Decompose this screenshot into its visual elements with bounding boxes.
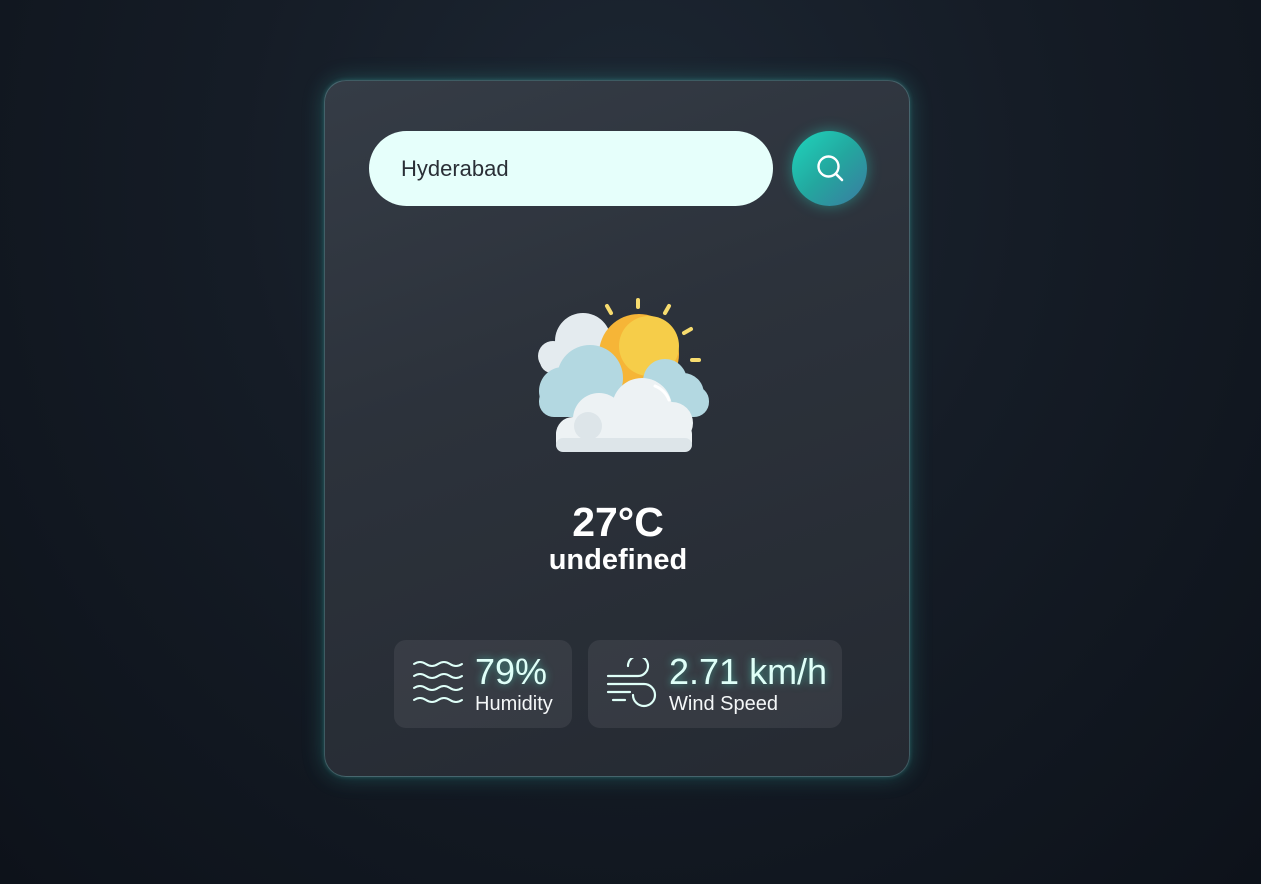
search-icon bbox=[816, 154, 843, 181]
search-button[interactable] bbox=[792, 131, 867, 206]
partly-cloudy-icon bbox=[538, 298, 709, 452]
wind-speed-value: 2.71 km/h bbox=[669, 651, 828, 692]
weather-card: 27°C undefined 79% Humidity 2.71 km/h Wi… bbox=[324, 80, 910, 777]
humidity-stat: 79% Humidity bbox=[394, 640, 572, 728]
humidity-label: Humidity bbox=[475, 693, 553, 715]
temperature-value: 27°C bbox=[572, 499, 664, 545]
weather-description: undefined bbox=[548, 544, 688, 576]
humidity-waves-icon bbox=[413, 661, 463, 703]
wind-icon bbox=[606, 658, 657, 708]
wind-stat: 2.71 km/h Wind Speed bbox=[588, 640, 842, 728]
humidity-value: 79% bbox=[475, 651, 548, 692]
wind-speed-label: Wind Speed bbox=[669, 693, 778, 715]
city-search-input[interactable] bbox=[369, 131, 773, 206]
